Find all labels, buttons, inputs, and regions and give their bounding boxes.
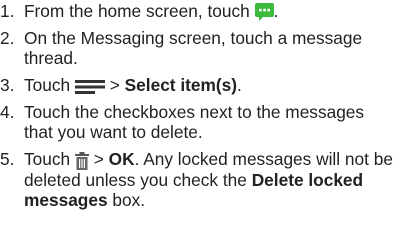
instruction-steps: 1. From the home screen, touch . 2. On t… [0, 1, 393, 217]
step-2: 2. On the Messaging screen, touch a mess… [0, 28, 393, 68]
step-3: 3. Touch > Select item(s). [0, 75, 393, 95]
step-1: 1. From the home screen, touch . [0, 1, 393, 22]
step-text: Touch > Select item(s). [24, 75, 393, 95]
step-text-part: box. [107, 189, 146, 210]
step-text-part: . [237, 75, 242, 96]
step-bold-text: OK [108, 149, 135, 170]
step-text-part: > [104, 75, 125, 96]
menu-icon [74, 79, 105, 94]
trash-icon [74, 151, 89, 170]
step-number: 2. [0, 28, 15, 49]
messaging-app-icon [254, 3, 274, 22]
step-text-part: . [273, 1, 279, 21]
step-bold-text: Select item(s) [124, 75, 238, 96]
step-text: Touch the checkboxes next to the message… [24, 102, 365, 143]
step-number: 3. [0, 75, 15, 96]
step-text: Touch > OK. Any locked messages will not… [24, 149, 393, 209]
step-4: 4. Touch the checkboxes next to the mess… [0, 102, 393, 142]
step-number: 1. [0, 1, 15, 21]
step-text-part: From the home screen, touch [24, 1, 250, 21]
step-text-part: Touch [24, 75, 71, 96]
step-text-part: > [88, 149, 109, 170]
step-5: 5. Touch > OK. Any locked messages will … [0, 149, 393, 209]
step-number: 4. [0, 102, 15, 123]
step-text: From the home screen, touch . [24, 1, 393, 22]
step-text: On the Messaging screen, touch a message… [24, 28, 363, 69]
step-text-part: Touch [24, 149, 71, 170]
step-number: 5. [0, 149, 15, 170]
